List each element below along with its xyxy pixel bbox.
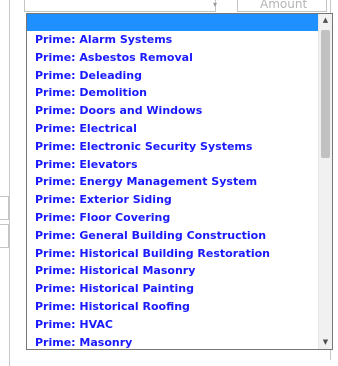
- arrow-down-icon[interactable]: ▼: [319, 336, 332, 349]
- background-field-stub[interactable]: [0, 224, 9, 248]
- dropdown-option[interactable]: Prime: Demolition: [27, 84, 320, 102]
- dropdown-option[interactable]: Prime: Electronic Security Systems: [27, 138, 320, 156]
- dropdown-option[interactable]: Prime: Deleading: [27, 67, 320, 85]
- dropdown-option[interactable]: Prime: Electrical: [27, 120, 320, 138]
- dropdown-option[interactable]: Prime: Alarm Systems: [27, 31, 320, 49]
- dropdown-option-empty[interactable]: [27, 14, 320, 31]
- dropdown-option[interactable]: Prime: Historical Roofing: [27, 298, 320, 316]
- dropdown-option[interactable]: Prime: Asbestos Removal: [27, 49, 320, 67]
- dropdown-option[interactable]: Prime: Masonry: [27, 334, 320, 349]
- dropdown-option[interactable]: Prime: Historical Masonry: [27, 262, 320, 280]
- dropdown-options: Prime: Alarm Systems Prime: Asbestos Remo…: [27, 14, 320, 349]
- scrollbar-thumb[interactable]: [321, 30, 330, 158]
- dropdown-option[interactable]: Prime: Floor Covering: [27, 209, 320, 227]
- amount-placeholder: Amount: [260, 0, 308, 11]
- background-field-stub[interactable]: [0, 196, 9, 220]
- amount-input[interactable]: Amount: [237, 0, 327, 12]
- dropdown-option[interactable]: Prime: Historical Building Restoration: [27, 245, 320, 263]
- dropdown-option[interactable]: Prime: General Building Construction: [27, 227, 320, 245]
- dropdown-option[interactable]: Prime: HVAC: [27, 316, 320, 334]
- category-dropdown-list[interactable]: Prime: Alarm Systems Prime: Asbestos Remo…: [26, 13, 333, 350]
- page-frame-left-border: [9, 0, 10, 366]
- dropdown-option[interactable]: Prime: Energy Management System: [27, 173, 320, 191]
- dropdown-option[interactable]: Prime: Doors and Windows: [27, 102, 320, 120]
- dropdown-option[interactable]: Prime: Elevators: [27, 156, 320, 174]
- dropdown-option[interactable]: Prime: Historical Painting: [27, 280, 320, 298]
- select-caret-icon: ▾: [213, 0, 218, 9]
- dropdown-option[interactable]: Prime: Exterior Siding: [27, 191, 320, 209]
- dropdown-scrollbar[interactable]: ▲ ▼: [318, 14, 332, 349]
- arrow-up-icon[interactable]: ▲: [319, 14, 332, 27]
- category-select-field[interactable]: [24, 0, 216, 12]
